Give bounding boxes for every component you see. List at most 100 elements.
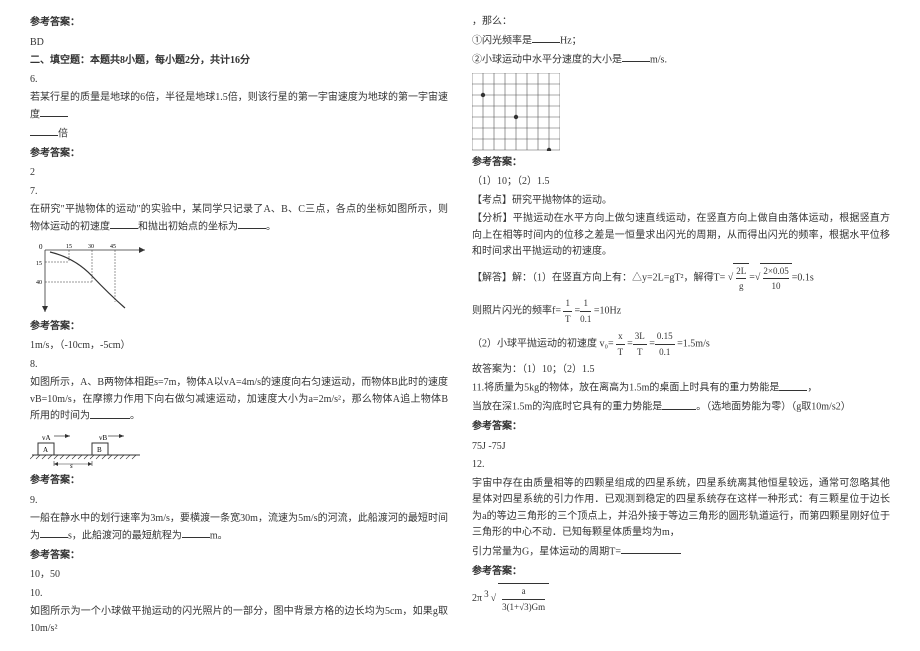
svg-text:A: A	[43, 446, 48, 454]
q9-mid: s，此船渡河的最短航程为	[68, 530, 182, 541]
q11-line2: 当放在深1.5m的沟底时它具有的重力势能是	[472, 402, 662, 413]
blank	[30, 126, 58, 137]
q11-line2b: 。（选地面势能为零）（g取10m/s2）	[696, 402, 850, 413]
answer-10-fx: 【分析】平抛运动在水平方向上做匀速直线运动，在竖直方向上做自由落体运动，根据竖直…	[472, 211, 890, 261]
prefix: 2π	[472, 591, 482, 608]
frac: xT	[616, 329, 625, 360]
q12-text2: 引力常量为G，星体运动的周期T=	[472, 544, 890, 561]
freq-result: =10Hz	[594, 306, 621, 317]
blank	[110, 219, 138, 230]
q7-figure: 0 15 30 45 15 40	[30, 240, 448, 315]
q8-number: 8.	[30, 357, 448, 374]
q10-number: 10.	[30, 586, 448, 603]
period: 。	[130, 411, 140, 422]
answer-10-kd: 【考点】研究平抛物体的运动。	[472, 193, 890, 210]
num: 2L	[736, 264, 746, 280]
frac: 0.150.1	[655, 329, 675, 360]
q8-text: 如图所示，A、B两物体相距s=7m，物体A以vA=4m/s的速度向右匀速运动，而…	[30, 375, 448, 425]
v0: v₀=	[600, 339, 614, 350]
section-2-title: 二、填空题：本题共8小题，每小题2分，共计16分	[30, 53, 448, 70]
solve-lead: 【解答】解：（1）在竖直方向上有：△y=2L=gT²，解得T=	[472, 272, 725, 283]
answer-label: 参考答案：	[472, 564, 890, 581]
q6-suffix-text: 倍	[58, 128, 68, 139]
svg-text:45: 45	[110, 244, 116, 250]
q12-line2: 引力常量为G，星体运动的周期T=	[472, 546, 621, 557]
q11-text2: 当放在深1.5m的沟底时它具有的重力势能是 。（选地面势能为零）（g取10m/s2…	[472, 399, 890, 416]
blank	[238, 219, 266, 230]
answer-7: 1m/s，（-10cm，-5cm）	[30, 338, 448, 355]
q6-body: 若某行星的质量是地球的6倍，半径是地球1.5倍，则该行星的第一宇宙速度为地球的第…	[30, 92, 448, 120]
q10-cont3: ②小球运动中水平分速度的大小是m/s.	[472, 52, 890, 69]
frac: 1T	[563, 296, 572, 327]
q10-cont1: ，那么：	[472, 14, 890, 31]
num: x	[616, 329, 625, 345]
num: 2×0.05	[763, 264, 788, 280]
blank	[182, 528, 210, 539]
svg-text:s: s	[70, 462, 73, 469]
frac: a 3(1+√3)Gm	[498, 583, 549, 615]
answer-10a: （1）10；（2）1.5	[472, 174, 890, 191]
blank	[40, 528, 68, 539]
answer-label: 参考答案：	[472, 419, 890, 436]
q12-text: 宇宙中存在由质量相等的四颗星组成的四星系统，四星系统离其他恒星较远，通常可忽略其…	[472, 476, 890, 542]
q11-text: 11.将质量为5kg的物体，放在离高为1.5m的桌面上时具有的重力势能是，	[472, 380, 890, 397]
answer-label: 参考答案：	[472, 155, 890, 172]
den: T	[563, 312, 572, 327]
svg-text:vA: vA	[42, 434, 51, 442]
answer-10-final: 故答案为：（1）10；（2）1.5	[472, 362, 890, 379]
q6-suffix: 倍	[30, 126, 448, 143]
num: 3L	[633, 329, 647, 345]
v-result: =1.5m/s	[677, 339, 710, 350]
q9-number: 9.	[30, 493, 448, 510]
answer-10-freq: 则照片闪光的频率f= 1T =10.1 =10Hz	[472, 296, 890, 327]
blank	[779, 380, 807, 391]
answer-9: 10，50	[30, 567, 448, 584]
cbrt-icon: 3	[484, 587, 489, 602]
svg-text:B: B	[97, 446, 102, 454]
blank	[622, 52, 650, 63]
q7-mid: 和抛出初始点的坐标为	[138, 221, 238, 232]
den: 0.1	[580, 312, 591, 327]
svg-text:30: 30	[88, 244, 94, 250]
q7-parabola-svg: 0 15 30 45 15 40	[30, 240, 150, 315]
den: T	[633, 345, 647, 360]
blank	[532, 33, 560, 44]
den: 0.1	[655, 345, 675, 360]
blank	[90, 408, 130, 419]
q10-hz: Hz；	[560, 35, 582, 46]
sqrt-expr: √2Lg =√2×0.0510	[728, 263, 792, 295]
answer-10-solve: 【解答】解：（1）在竖直方向上有：△y=2L=gT²，解得T= √2Lg =√2…	[472, 263, 890, 295]
frac: 10.1	[580, 296, 591, 327]
eq-result: =0.1s	[792, 272, 814, 283]
q10-figure	[472, 73, 890, 151]
num: 1	[580, 296, 591, 312]
blank	[621, 544, 681, 555]
den: 10	[763, 279, 788, 294]
q10-vel-label: ②小球运动中水平分速度的大小是	[472, 54, 622, 65]
answer-label: 参考答案：	[30, 319, 448, 336]
den: g	[736, 279, 746, 294]
frac: 3LT	[633, 329, 647, 360]
answer-label: 参考答案：	[30, 146, 448, 163]
svg-text:15: 15	[66, 244, 72, 250]
left-column: 参考答案： BD 二、填空题：本题共8小题，每小题2分，共计16分 6. 若某行…	[30, 12, 448, 639]
blank	[662, 399, 696, 410]
q7-text: 在研究"平抛物体的运动"的实验中，某同学只记录了A、B、C三点，各点的坐标如图所…	[30, 202, 448, 236]
q8-blocks-svg: A vA B vB	[30, 429, 150, 469]
svg-text:vB: vB	[99, 434, 108, 442]
answer-6: 2	[30, 165, 448, 182]
sqrt-icon: √	[491, 591, 497, 608]
q6-text: 若某行星的质量是地球的6倍，半径是地球1.5倍，则该行星的第一宇宙速度为地球的第…	[30, 90, 448, 124]
freq-lead: 则照片闪光的频率f=	[472, 306, 561, 317]
den: T	[616, 345, 625, 360]
period: 。	[266, 221, 276, 232]
num: 1	[563, 296, 572, 312]
q10-freq-label: ①闪光频率是	[472, 35, 532, 46]
q10-text: 如图所示为一个小球做平抛运动的闪光照片的一部分，图中背景方格的边长均为5cm，如…	[30, 604, 448, 637]
q6-number: 6.	[30, 72, 448, 89]
answer-12: 2π 3 √ a 3(1+√3)Gm	[472, 583, 890, 615]
answer-label: 参考答案：	[30, 15, 448, 32]
svg-text:0: 0	[39, 243, 43, 251]
v-lead: （2）小球平抛运动的初速度	[472, 339, 597, 350]
answer-5: BD	[30, 35, 448, 52]
